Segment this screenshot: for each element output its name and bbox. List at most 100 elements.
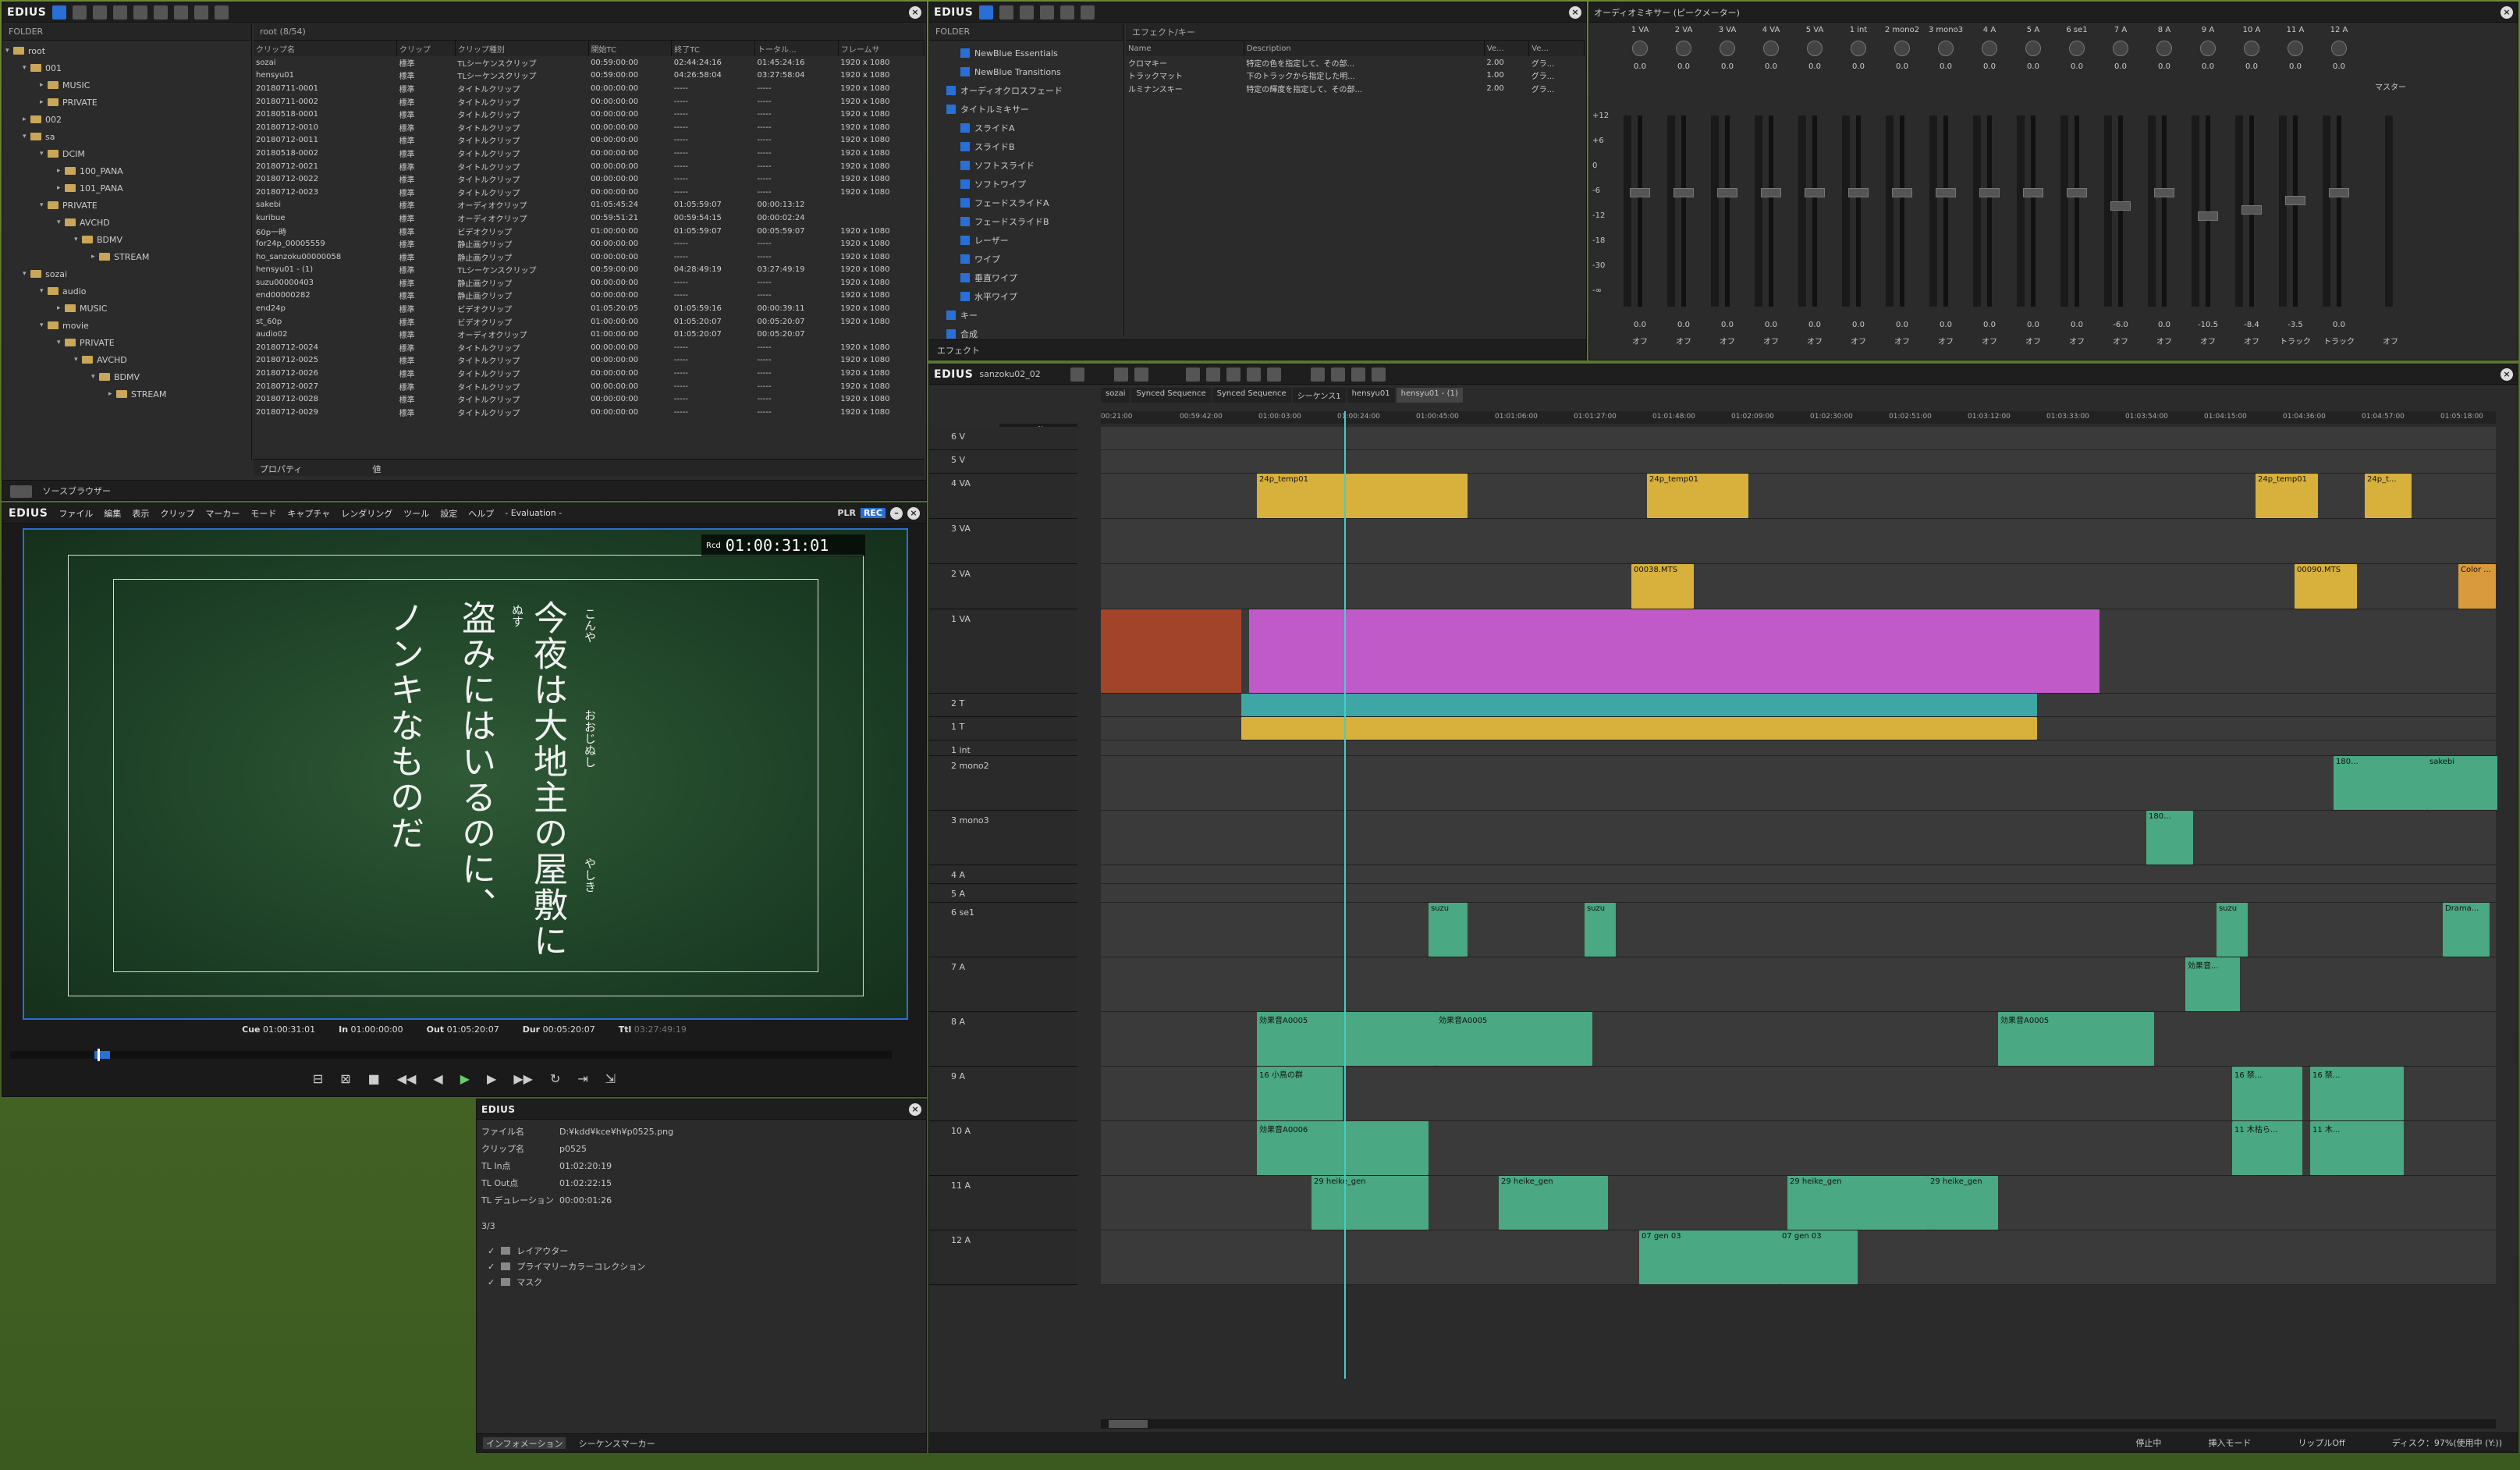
- track-lane[interactable]: 180... sakebi: [1101, 756, 2497, 811]
- column-header[interactable]: フレームサ: [838, 41, 925, 56]
- track-lane[interactable]: 24p_temp01 24p_temp01 24p_temp01 24p_t...: [1101, 474, 2496, 519]
- automation-mode[interactable]: オフ: [2101, 335, 2140, 346]
- checkbox-icon[interactable]: ✓: [488, 1277, 495, 1287]
- folder-tree-item[interactable]: ▸ 100_PANA: [5, 162, 248, 179]
- lock-icon[interactable]: [1081, 5, 1095, 20]
- pan-knob[interactable]: [1807, 41, 1823, 56]
- automation-mode[interactable]: オフ: [2188, 335, 2227, 346]
- expand-icon[interactable]: ▸: [40, 98, 48, 106]
- track-lane[interactable]: [1101, 717, 2496, 740]
- search-icon[interactable]: [1040, 5, 1055, 20]
- close-icon[interactable]: ×: [909, 5, 921, 19]
- effect-tree-item[interactable]: 垂直ワイプ: [932, 268, 1120, 287]
- sequence-icon[interactable]: [215, 5, 229, 20]
- track-header[interactable]: 1 int: [929, 740, 1077, 756]
- track-header[interactable]: 5 V: [929, 450, 1077, 474]
- collapse-icon[interactable]: ▾: [40, 150, 48, 158]
- folder-tree-item[interactable]: ▾ AVCHD: [5, 351, 248, 368]
- redo-icon[interactable]: [1266, 367, 1281, 382]
- timeline-clip[interactable]: 24p_temp01: [1257, 474, 1468, 518]
- timeline-clip[interactable]: [1241, 717, 2037, 740]
- menu-item[interactable]: ファイル: [59, 507, 93, 520]
- loop-icon[interactable]: ↻: [550, 1071, 560, 1093]
- track-header[interactable]: 2 T: [929, 694, 1077, 717]
- folder-tree-item[interactable]: ▾ sozai: [5, 265, 248, 282]
- column-header[interactable]: トータル...: [754, 41, 839, 56]
- table-row[interactable]: 20180518-0001 標準 タイトルクリップ 00:00:00:00 ----- -…: [254, 108, 925, 121]
- collapse-icon[interactable]: ▾: [74, 236, 82, 243]
- fader-track[interactable]: [2293, 115, 2298, 307]
- timeline-clip[interactable]: 効果音...: [2185, 957, 2240, 1011]
- folder-tree-item[interactable]: ▸ 101_PANA: [5, 179, 248, 197]
- timeline-clip[interactable]: 29 heike_gen: [1787, 1176, 1928, 1230]
- paste-icon[interactable]: [1226, 367, 1240, 382]
- step-forward-icon[interactable]: ▶: [487, 1071, 496, 1093]
- timeline-clip[interactable]: [1241, 694, 2037, 716]
- fader-knob[interactable]: [1630, 188, 1650, 198]
- menu-item[interactable]: 設定: [440, 507, 457, 520]
- folder-tree-item[interactable]: ▾ PRIVATE: [5, 334, 248, 351]
- timeline-clip[interactable]: 16 禁...: [2310, 1067, 2404, 1120]
- column-header[interactable]: Ve...: [1528, 41, 1585, 56]
- effect-tree-item[interactable]: NewBlue Transitions: [932, 62, 1120, 81]
- table-row[interactable]: ルミナンスキー 特定の輝度を指定して、その部... 2.00 グラ...: [1126, 82, 1585, 95]
- fader-track[interactable]: [1943, 115, 1948, 307]
- folder-tree-item[interactable]: ▸ STREAM: [5, 385, 248, 403]
- effect-tree-item[interactable]: NewBlue Essentials: [932, 44, 1120, 62]
- pan-knob[interactable]: [1676, 41, 1691, 56]
- table-row[interactable]: suzu00000403 標準 静止画クリップ 00:00:00:00 ----- ---…: [254, 276, 925, 289]
- track-lane[interactable]: 180...: [1101, 811, 2496, 865]
- effect-tree-item[interactable]: ソフトスライド: [932, 156, 1120, 175]
- fader-knob[interactable]: [1892, 188, 1912, 198]
- stop-icon[interactable]: ■: [368, 1071, 380, 1093]
- playhead[interactable]: [1344, 411, 1346, 1379]
- export-icon[interactable]: [1371, 367, 1386, 382]
- table-row[interactable]: 20180712-0028 標準 タイトルクリップ 00:00:00:00 ----- -…: [254, 392, 925, 406]
- overwrite-icon[interactable]: ⇲: [605, 1071, 616, 1093]
- track-header[interactable]: 3 VA: [929, 519, 1077, 564]
- track-header[interactable]: 5 A: [929, 884, 1077, 903]
- close-icon[interactable]: ×: [907, 506, 920, 520]
- timeline-hscrollbar[interactable]: [1101, 1419, 2496, 1429]
- timeline-clip[interactable]: [1249, 609, 2099, 693]
- timeline-clip[interactable]: 効果音A0005: [1998, 1012, 2154, 1066]
- expand-icon[interactable]: ▸: [57, 184, 65, 192]
- timeline-clip[interactable]: 180...: [2334, 756, 2427, 810]
- timeline-clip[interactable]: suzu: [1585, 903, 1616, 957]
- track-lane[interactable]: 16 小鳥の群 16 禁... 16 禁...: [1101, 1067, 2496, 1121]
- open-project-icon[interactable]: [1113, 367, 1128, 382]
- tab-effects[interactable]: エフェクト: [937, 346, 980, 356]
- timeline-clip[interactable]: [1101, 609, 1241, 693]
- menu-item[interactable]: モード: [250, 507, 276, 520]
- filter-item[interactable]: ✓ マスク: [488, 1274, 909, 1290]
- table-row[interactable]: 20180712-0027 標準 タイトルクリップ 00:00:00:00 ----- -…: [254, 380, 925, 393]
- table-row[interactable]: トラックマット 下のトラックから指定した明... 1.00 グラ...: [1126, 69, 1585, 83]
- timeline-clip[interactable]: Drama...: [2443, 903, 2490, 957]
- table-row[interactable]: end24p 標準 ビデオクリップ 01:05:20:05 01:05:59:16 00:…: [254, 302, 925, 315]
- table-row[interactable]: 20180712-0029 標準 タイトルクリップ 00:00:00:00 ----- -…: [254, 406, 925, 419]
- fader-knob[interactable]: [2198, 211, 2218, 221]
- tab-source-browser[interactable]: ソースブラウザー: [43, 486, 111, 496]
- insert-icon[interactable]: ⇥: [577, 1071, 587, 1093]
- effect-tree-item[interactable]: タイトルミキサー: [932, 100, 1120, 119]
- track-header[interactable]: 6 se1: [929, 903, 1077, 957]
- fader-knob[interactable]: [1673, 188, 1694, 198]
- pan-knob[interactable]: [1894, 41, 1910, 56]
- column-header[interactable]: 終了TC: [671, 41, 756, 56]
- up-folder-icon[interactable]: [999, 5, 1014, 20]
- folder-icon[interactable]: [52, 5, 67, 20]
- folder-tree-item[interactable]: ▸ STREAM: [5, 248, 248, 265]
- fader-knob[interactable]: [2154, 188, 2174, 198]
- pan-knob[interactable]: [2244, 41, 2259, 56]
- column-header[interactable]: クリップ名: [254, 41, 397, 56]
- timeline-clip[interactable]: 効果音A0005: [1436, 1012, 1592, 1066]
- sequence-tab[interactable]: Synced Sequence: [1212, 388, 1291, 403]
- column-header[interactable]: クリップ種別: [455, 41, 589, 56]
- filter-item[interactable]: ✓ プライマリーカラーコレクション: [488, 1259, 909, 1274]
- track-lane[interactable]: suzu suzu suzu Drama...: [1101, 903, 2496, 957]
- track-header[interactable]: 9 A: [929, 1067, 1077, 1121]
- cut-icon[interactable]: [1185, 367, 1200, 382]
- copy-icon[interactable]: [1205, 367, 1220, 382]
- thumbnail-view-icon[interactable]: [194, 5, 209, 20]
- fader-track[interactable]: [1856, 115, 1861, 307]
